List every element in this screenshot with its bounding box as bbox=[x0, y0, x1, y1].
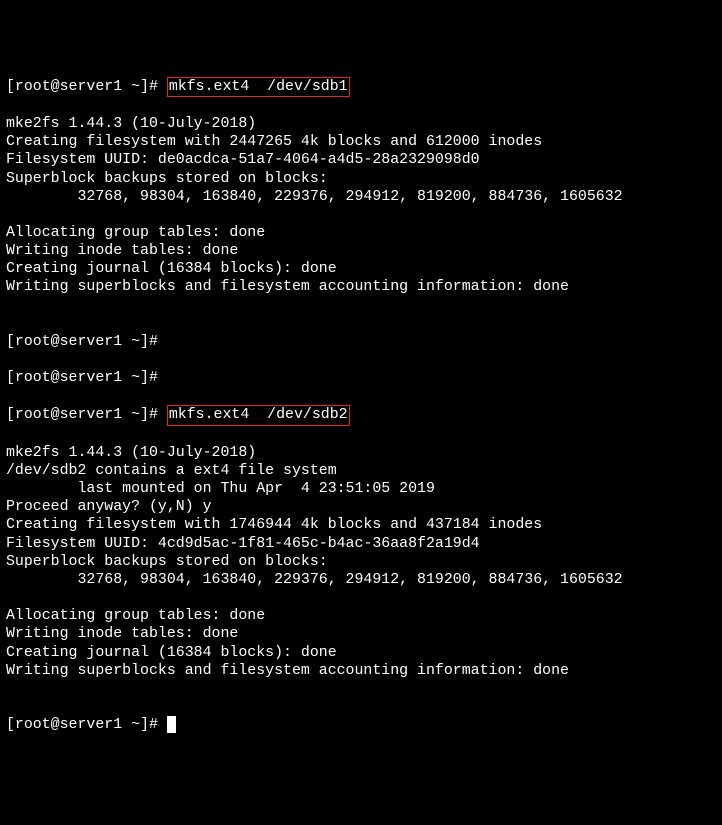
terminal-output-line bbox=[6, 589, 716, 607]
terminal-output-line: Allocating group tables: done bbox=[6, 607, 716, 625]
terminal-output-line: Creating filesystem with 1746944 4k bloc… bbox=[6, 516, 716, 534]
terminal-output-line: /dev/sdb2 contains a ext4 file system bbox=[6, 462, 716, 480]
terminal-output-line bbox=[6, 206, 716, 224]
terminal-output-line: 32768, 98304, 163840, 229376, 294912, 81… bbox=[6, 571, 716, 589]
terminal-line: [root@server1 ~]# bbox=[6, 333, 716, 351]
terminal-line: [root@server1 ~]# bbox=[6, 716, 716, 734]
terminal-line: [root@server1 ~]# mkfs.ext4 /dev/sdb1 bbox=[6, 77, 716, 97]
terminal-output-line: Creating filesystem with 2447265 4k bloc… bbox=[6, 133, 716, 151]
terminal-output-line: Creating journal (16384 blocks): done bbox=[6, 644, 716, 662]
terminal-output-line: Filesystem UUID: 4cd9d5ac-1f81-465c-b4ac… bbox=[6, 535, 716, 553]
cursor-icon bbox=[167, 716, 176, 733]
terminal-line: [root@server1 ~]# mkfs.ext4 /dev/sdb2 bbox=[6, 405, 716, 425]
highlighted-command-1: mkfs.ext4 /dev/sdb1 bbox=[167, 77, 350, 97]
terminal-output-line: Writing superblocks and filesystem accou… bbox=[6, 662, 716, 680]
prompt: [root@server1 ~]# bbox=[6, 407, 167, 423]
terminal-output-line: Superblock backups stored on blocks: bbox=[6, 170, 716, 188]
terminal-line: [root@server1 ~]# bbox=[6, 369, 716, 387]
terminal-output-line: Superblock backups stored on blocks: bbox=[6, 553, 716, 571]
terminal-output-line: Proceed anyway? (y,N) y bbox=[6, 498, 716, 516]
terminal-output-line: Allocating group tables: done bbox=[6, 224, 716, 242]
terminal-output-line: last mounted on Thu Apr 4 23:51:05 2019 bbox=[6, 480, 716, 498]
terminal-output-line: Writing superblocks and filesystem accou… bbox=[6, 278, 716, 296]
prompt: [root@server1 ~]# bbox=[6, 79, 167, 95]
highlighted-command-2: mkfs.ext4 /dev/sdb2 bbox=[167, 405, 350, 425]
terminal-output-line: Filesystem UUID: de0acdca-51a7-4064-a4d5… bbox=[6, 151, 716, 169]
terminal-output-line: Writing inode tables: done bbox=[6, 242, 716, 260]
terminal-output-line bbox=[6, 297, 716, 315]
terminal-output-line: 32768, 98304, 163840, 229376, 294912, 81… bbox=[6, 188, 716, 206]
terminal-output-line: mke2fs 1.44.3 (10-July-2018) bbox=[6, 115, 716, 133]
prompt: [root@server1 ~]# bbox=[6, 717, 167, 733]
terminal-output-line: Creating journal (16384 blocks): done bbox=[6, 260, 716, 278]
terminal-output-line: mke2fs 1.44.3 (10-July-2018) bbox=[6, 444, 716, 462]
terminal-output-line: Writing inode tables: done bbox=[6, 625, 716, 643]
terminal-output-line bbox=[6, 680, 716, 698]
